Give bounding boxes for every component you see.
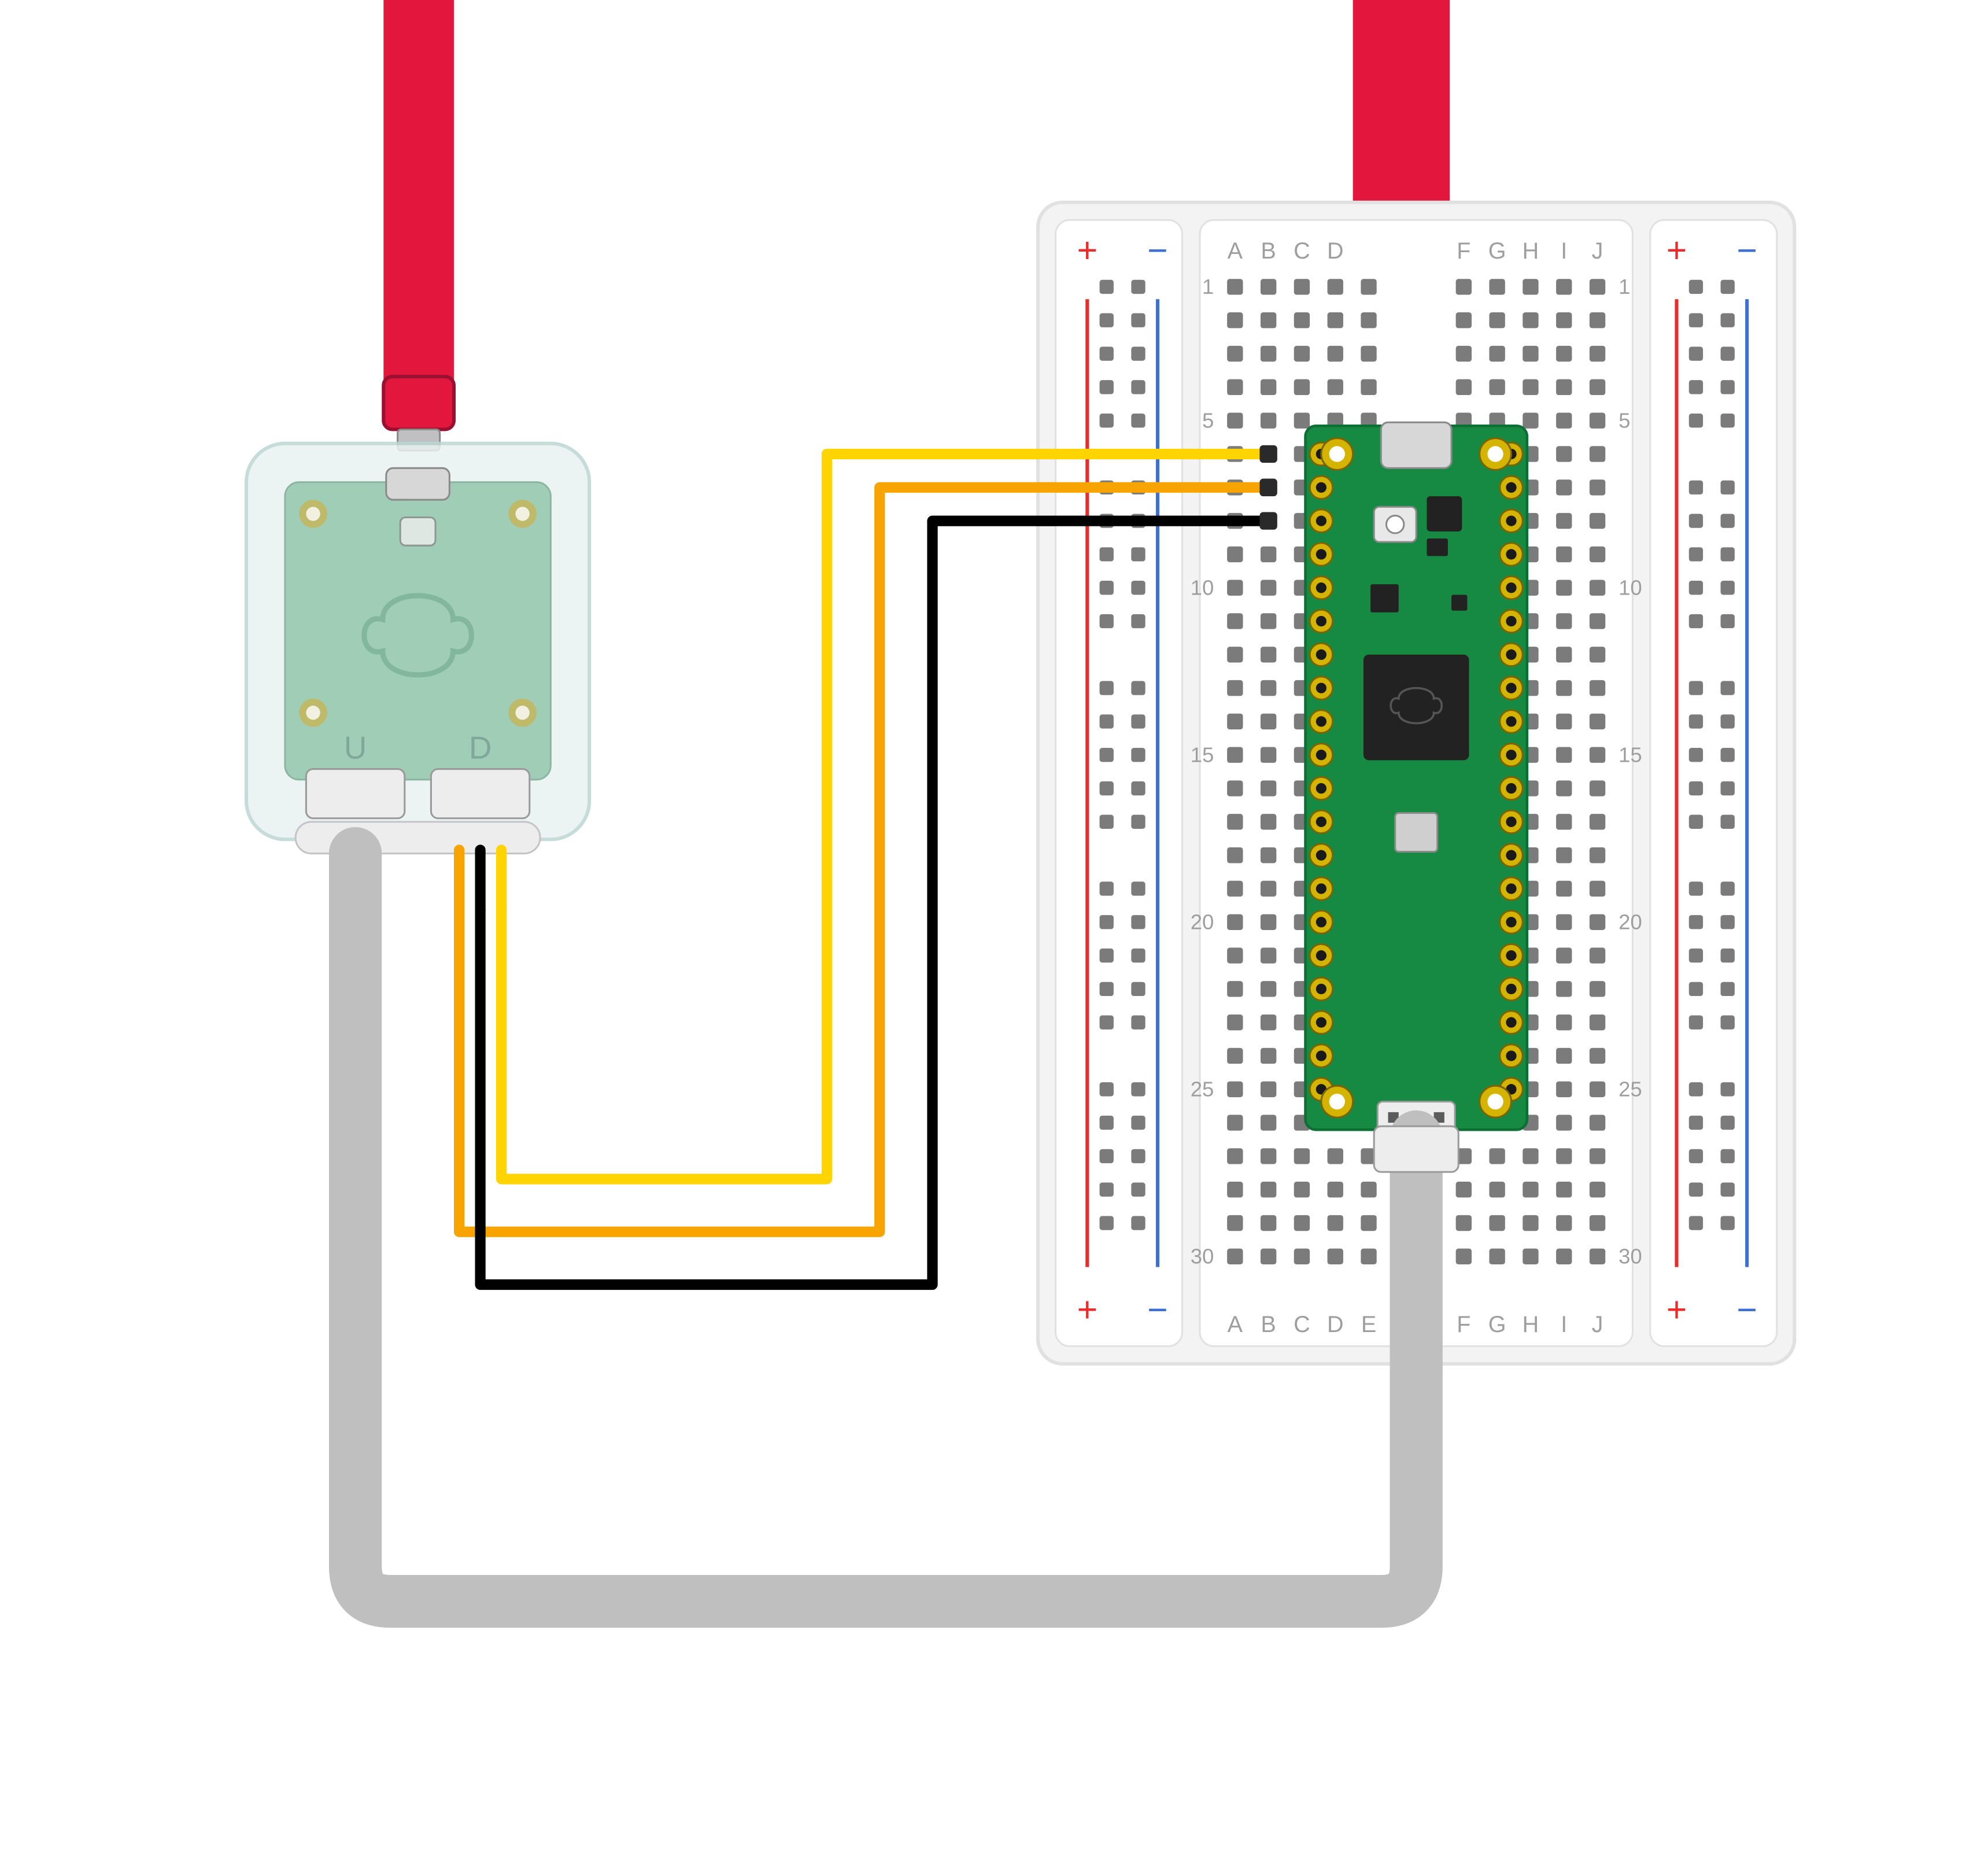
row-label: 1 [1619,275,1630,298]
col-label: G [1488,238,1506,264]
row-label: 1 [1202,275,1214,298]
rail-minus: − [1736,230,1757,270]
probe-jst-u [306,769,404,818]
col-label: C [1294,238,1310,264]
col-label: D [1327,1312,1344,1337]
probe-label-d: D [469,729,492,765]
row-label: 25 [1191,1077,1214,1101]
col-label: F [1457,1312,1470,1337]
col-label: B [1261,238,1276,264]
row-label: 5 [1202,408,1214,432]
col-label: B [1261,1312,1276,1337]
row-label: 20 [1191,910,1214,934]
col-label: I [1561,1312,1567,1337]
row-label: 15 [1619,743,1642,766]
col-label: H [1523,238,1539,264]
row-label: 30 [1191,1244,1214,1268]
rail-minus: − [1147,1290,1168,1329]
wiring-diagram: +−+−+−+−ABCDFGHIJABCDEFGHIJ1155101015152… [0,0,1988,1874]
col-label: J [1592,238,1603,264]
col-label: H [1523,1312,1539,1337]
col-label: G [1488,1312,1506,1337]
probe-jst-d [431,769,529,818]
row-label: 5 [1619,408,1630,432]
rail-plus: + [1666,230,1687,270]
col-label: D [1327,238,1344,264]
col-label: A [1228,1312,1243,1337]
row-label: 15 [1191,743,1214,766]
row-label: 30 [1619,1244,1642,1268]
row-label: 25 [1619,1077,1642,1101]
probe-label-u: U [344,729,367,765]
col-label: A [1228,238,1243,264]
col-label: I [1561,238,1567,264]
rp2040-chip [1363,655,1469,761]
row-label: 10 [1619,576,1642,599]
col-label: C [1294,1312,1310,1337]
col-label: F [1457,238,1470,264]
pico-board [1306,422,1527,1133]
row-label: 20 [1619,910,1642,934]
rail-plus: + [1077,230,1098,270]
rail-plus: + [1077,1290,1098,1329]
rail-plus: + [1666,1290,1687,1329]
debug-probe: UD [246,444,589,854]
rail-minus: − [1736,1290,1757,1329]
usb-probe-cable [383,0,454,390]
col-label: E [1361,1312,1376,1337]
col-label: J [1592,1312,1603,1337]
row-label: 10 [1191,576,1214,599]
rail-minus: − [1147,230,1168,270]
